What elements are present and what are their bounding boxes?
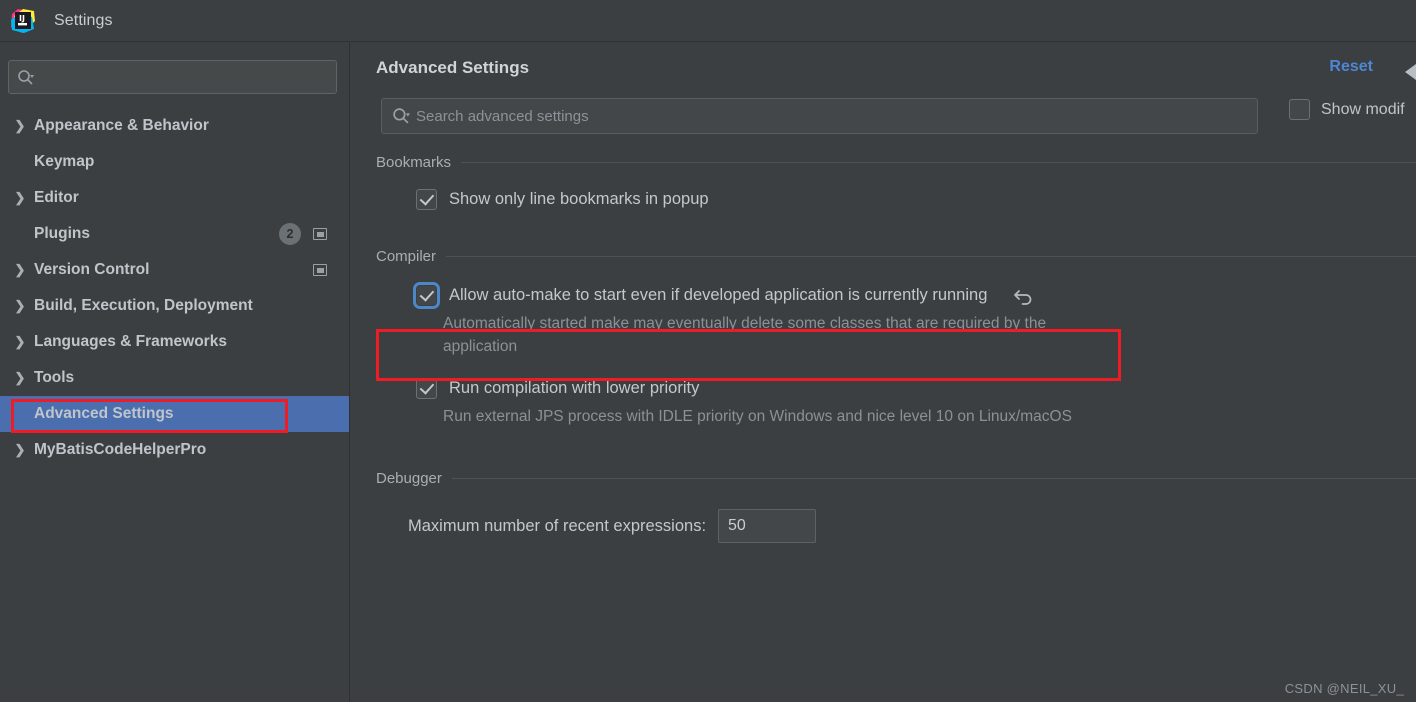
sidebar-item-label: Build, Execution, Deployment [34,297,253,314]
sidebar-item-label: Languages & Frameworks [34,333,227,350]
sidebar-item-advanced-settings[interactable]: Advanced Settings [0,396,349,432]
svg-text:IJ: IJ [19,14,25,23]
advanced-settings-panel: Advanced Settings Reset Show modif [351,42,1416,702]
field-label: Maximum number of recent expressions: [408,516,707,535]
intellij-idea-logo-icon: IJ [10,8,36,34]
search-icon [392,107,410,125]
watermark: CSDN @NEIL_XU_ [1284,681,1404,696]
chevron-right-icon[interactable]: ❯ [10,190,30,206]
option-description: Run external JPS process with IDLE prior… [443,408,1072,425]
sidebar-item-build-execution-deployment[interactable]: ❯ Build, Execution, Deployment [0,288,349,324]
section-header-compiler: Compiler [376,248,1416,265]
section-divider [461,162,1416,163]
checkbox-show-only-line-bookmarks[interactable] [416,189,437,210]
show-modified-label: Show modif [1321,100,1405,118]
settings-window: IJ Settings ❯ Appearance & Behavior Keymap… [0,0,1416,702]
chevron-right-icon[interactable]: ❯ [10,442,30,458]
show-modified-checkbox[interactable]: Show modif [1289,99,1405,120]
open-in-window-icon[interactable] [313,228,327,240]
checkbox-allow-auto-make[interactable] [413,282,440,309]
sidebar-item-label: Appearance & Behavior [34,117,209,134]
sidebar-item-plugins[interactable]: Plugins 2 [0,216,349,252]
revert-icon[interactable] [1013,286,1035,306]
max-recent-expressions-input[interactable] [718,509,817,543]
section-header-bookmarks: Bookmarks [376,154,1416,171]
sidebar-item-keymap[interactable]: Keymap [0,144,349,180]
advanced-search-box[interactable] [381,98,1258,134]
sidebar-item-tools[interactable]: ❯ Tools [0,360,349,396]
section-divider [446,256,1416,257]
sidebar-item-mybatiscodehelperpro[interactable]: ❯ MyBatisCodeHelperPro [0,432,349,468]
option-label: Show only line bookmarks in popup [449,190,709,208]
advanced-search-input[interactable] [416,107,1247,125]
sidebar-item-label: Plugins [34,225,90,242]
sidebar-item-label: MyBatisCodeHelperPro [34,441,207,458]
option-allow-auto-make[interactable]: Allow auto-make to start even if develop… [413,282,1416,309]
sidebar-item-label: Editor [34,189,79,206]
sidebar-item-appearance-behavior[interactable]: ❯ Appearance & Behavior [0,108,349,144]
section-header-debugger: Debugger [376,470,1416,487]
chevron-right-icon[interactable]: ❯ [10,334,30,350]
field-max-recent-expressions: Maximum number of recent expressions: [408,509,1416,543]
option-label: Run compilation with lower priority [449,379,700,397]
advanced-search-row: Show modif [351,94,1416,138]
option-run-compilation-lower-priority[interactable]: Run compilation with lower priority [416,378,1416,399]
sidebar-item-languages-frameworks[interactable]: ❯ Languages & Frameworks [0,324,349,360]
sidebar-item-label: Version Control [34,261,150,278]
sidebar-search-box[interactable] [8,60,337,94]
section-title: Compiler [376,248,437,265]
collapse-arrow-icon[interactable] [1405,64,1416,80]
plugins-update-badge: 2 [279,223,301,245]
sidebar-item-trailing: 2 [279,223,349,245]
sidebar-item-label: Advanced Settings [34,405,174,422]
sidebar-item-editor[interactable]: ❯ Editor [0,180,349,216]
open-in-window-icon-fill [316,231,324,237]
chevron-right-icon[interactable]: ❯ [10,262,30,278]
settings-tree: ❯ Appearance & Behavior Keymap ❯ Editor Plugi… [0,108,349,468]
chevron-right-icon[interactable]: ❯ [10,118,30,134]
option-label: Allow auto-make to start even if develop… [449,286,988,304]
window-title: Settings [54,11,113,29]
sidebar-item-version-control[interactable]: ❯ Version Control [0,252,349,288]
sidebar-item-label: Tools [34,369,75,386]
option-description: Automatically started make may eventuall… [443,315,1047,355]
chevron-right-icon[interactable]: ❯ [10,298,30,314]
settings-sidebar: ❯ Appearance & Behavior Keymap ❯ Editor Plugi… [0,42,350,702]
chevron-right-icon[interactable]: ❯ [10,370,30,386]
sidebar-search-input[interactable] [38,69,328,85]
section-title: Debugger [376,470,442,487]
open-in-window-icon[interactable] [313,264,327,276]
search-icon [17,69,34,86]
section-divider [451,478,1416,479]
option-show-only-line-bookmarks[interactable]: Show only line bookmarks in popup [416,189,1416,210]
open-in-window-icon-fill [316,267,324,273]
settings-content: Bookmarks Show only line bookmarks in po… [351,154,1416,543]
checkbox-run-compilation-lower-priority[interactable] [416,378,437,399]
title-bar: IJ Settings [0,0,1416,42]
page-title: Advanced Settings [376,58,530,77]
section-title: Bookmarks [376,154,452,171]
sidebar-item-trailing [313,264,349,276]
show-modified-checkbox-box[interactable] [1289,99,1310,120]
sidebar-item-label: Keymap [34,153,95,170]
panel-header: Advanced Settings Reset [351,42,1416,94]
reset-link[interactable]: Reset [1329,58,1373,76]
